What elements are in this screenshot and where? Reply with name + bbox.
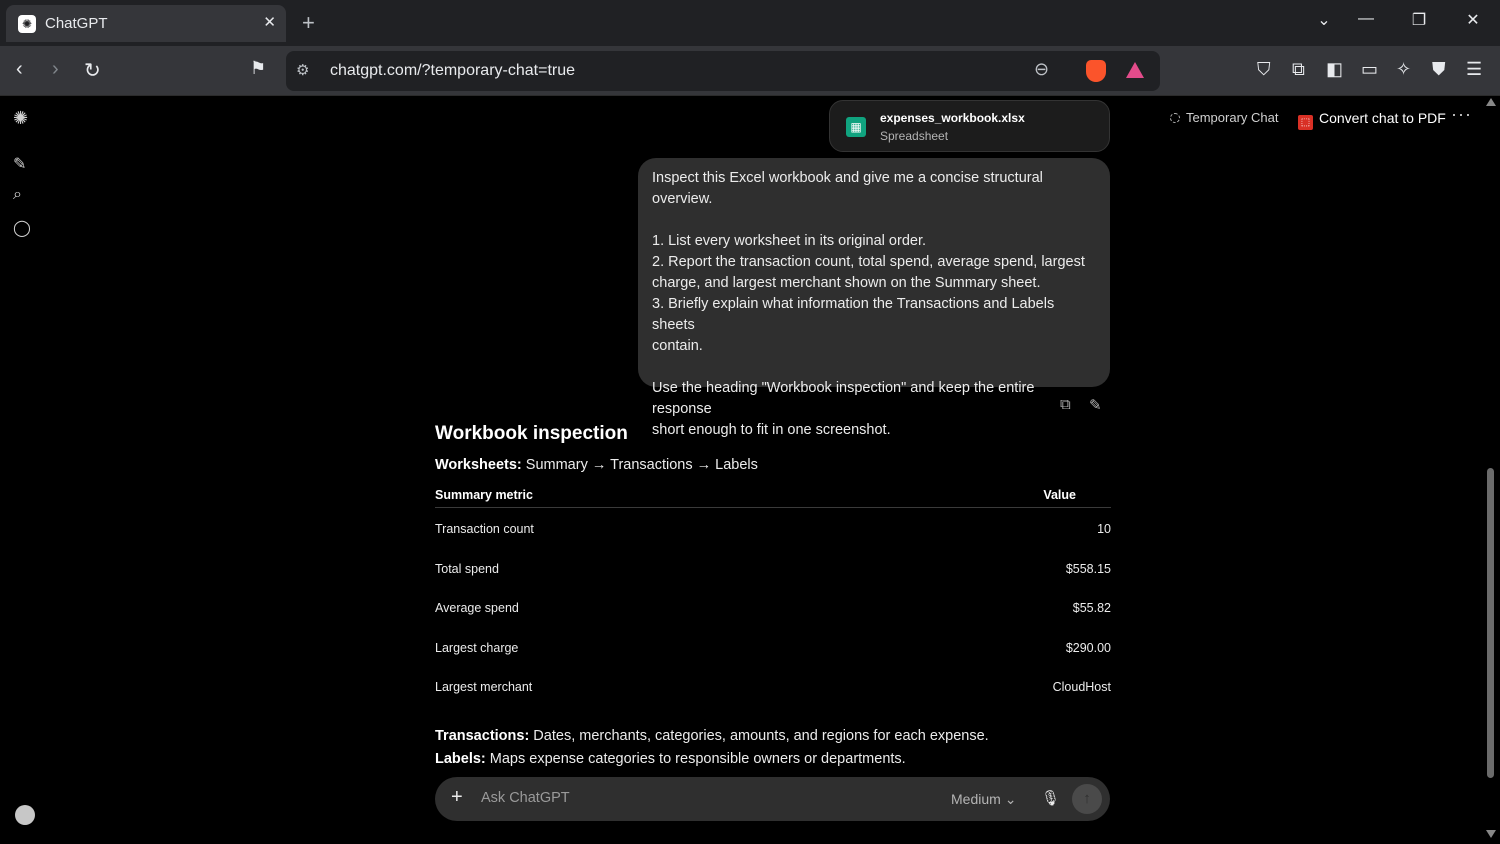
- temporary-chat-indicator[interactable]: Temporary Chat: [1170, 110, 1278, 125]
- openai-logo-icon[interactable]: ✺: [13, 108, 28, 129]
- prompt-input[interactable]: Ask ChatGPT: [481, 790, 570, 806]
- vpn-icon[interactable]: ⛊: [1432, 59, 1446, 80]
- table-row: Average spend $55.82: [435, 587, 1111, 627]
- model-label: Medium: [951, 791, 1001, 807]
- metric-cell: Transaction count: [435, 522, 534, 536]
- chevron-down-icon: ⌄: [1004, 791, 1017, 807]
- column-header-metric: Summary metric: [435, 488, 533, 502]
- wallet-icon[interactable]: ▭: [1361, 59, 1378, 80]
- more-options-icon[interactable]: ···: [1451, 104, 1472, 125]
- close-tab-icon[interactable]: ✕: [263, 13, 276, 31]
- value-cell: $290.00: [1065, 640, 1111, 655]
- scrollbar[interactable]: [1484, 96, 1498, 844]
- copy-icon[interactable]: ⧉: [1060, 396, 1071, 413]
- tab-search-chevron-icon[interactable]: ⌄: [1312, 10, 1336, 30]
- worksheets-line: Worksheets: Summary → Transactions → Lab…: [435, 457, 758, 473]
- value-cell: $558.15: [1065, 561, 1111, 576]
- chat-page: ✺ ✎ ⌕ ◯ Temporary Chat ⬚ Convert chat to …: [0, 96, 1500, 844]
- convert-pdf-label: Convert chat to PDF: [1319, 110, 1446, 126]
- site-settings-icon[interactable]: ⚙: [296, 61, 309, 79]
- browser-tab[interactable]: ✺ ChatGPT ✕: [6, 5, 286, 42]
- table-row: Transaction count 10: [435, 508, 1111, 548]
- brave-shields-icon[interactable]: [1086, 60, 1106, 82]
- avatar[interactable]: [15, 805, 35, 825]
- scroll-down-arrow-icon[interactable]: [1486, 830, 1496, 838]
- address-bar[interactable]: ⚙ chatgpt.com/?temporary-chat=true ⊖: [286, 51, 1160, 91]
- composer: + Ask ChatGPT Medium ⌄ 🎙 ↑: [435, 777, 1110, 821]
- new-tab-icon[interactable]: +: [302, 10, 315, 36]
- search-icon[interactable]: ⌕: [13, 186, 22, 204]
- labels-line: Labels: Maps expense categories to respo…: [435, 751, 906, 767]
- brave-rewards-icon[interactable]: [1126, 62, 1144, 78]
- spreadsheet-icon: ▦: [846, 117, 866, 137]
- shield-extension-icon[interactable]: ⛉: [1257, 59, 1271, 80]
- tab-title: ChatGPT: [45, 15, 108, 32]
- response-heading: Workbook inspection: [435, 423, 628, 444]
- worksheets-value: Summary → Transactions → Labels: [521, 457, 758, 473]
- menu-icon[interactable]: ☰: [1466, 59, 1482, 80]
- temporary-chat-label: Temporary Chat: [1186, 110, 1279, 125]
- table-header: Summary metric Value: [435, 482, 1111, 508]
- metric-cell: Total spend: [435, 561, 499, 576]
- user-message-text: Inspect this Excel workbook and give me …: [652, 170, 1085, 438]
- send-button[interactable]: ↑: [1072, 784, 1102, 814]
- transactions-line: Transactions: Dates, merchants, categori…: [435, 728, 989, 744]
- labels-value: Maps expense categories to responsible o…: [485, 751, 906, 767]
- transactions-label: Transactions:: [435, 728, 530, 744]
- column-header-value: Value: [1043, 488, 1076, 502]
- metric-cell: Largest charge: [435, 640, 519, 655]
- transactions-value: Dates, merchants, categories, amounts, a…: [529, 728, 989, 744]
- table-row: Largest charge $290.00: [435, 627, 1111, 667]
- forward-icon[interactable]: ›: [52, 58, 59, 81]
- new-chat-icon[interactable]: ✎: [13, 154, 26, 174]
- table-row: Total spend $558.15: [435, 548, 1111, 588]
- minimize-icon[interactable]: —: [1354, 10, 1378, 28]
- chat-bubble-icon[interactable]: ◯: [13, 218, 31, 238]
- file-name: expenses_workbook.xlsx: [880, 111, 1025, 125]
- microphone-icon[interactable]: 🎙: [1041, 789, 1060, 807]
- close-window-icon[interactable]: ✕: [1461, 10, 1485, 30]
- temporary-chat-icon: [1170, 113, 1180, 123]
- openai-logo-icon: ✺: [18, 14, 36, 33]
- scroll-up-arrow-icon[interactable]: [1486, 98, 1496, 106]
- file-attachment[interactable]: ▦ expenses_workbook.xlsx Spreadsheet: [829, 100, 1110, 152]
- pdf-icon: ⬚: [1298, 115, 1313, 130]
- leo-ai-icon[interactable]: ✧: [1396, 59, 1411, 80]
- summary-table: Summary metric Value Transaction count 1…: [435, 482, 1111, 706]
- value-cell: CloudHost: [1052, 680, 1111, 695]
- file-type: Spreadsheet: [880, 129, 949, 143]
- zoom-icon[interactable]: ⊖: [1034, 59, 1049, 80]
- bookmark-icon[interactable]: ⚑: [250, 58, 266, 79]
- convert-pdf-button[interactable]: ⬚ Convert chat to PDF: [1298, 110, 1446, 130]
- back-icon[interactable]: ‹: [16, 58, 23, 81]
- worksheets-label: Worksheets:: [435, 457, 522, 473]
- scrollbar-thumb[interactable]: [1487, 468, 1494, 778]
- edit-icon[interactable]: ✎: [1089, 396, 1102, 414]
- metric-cell: Largest merchant: [435, 680, 533, 695]
- add-attachment-icon[interactable]: +: [451, 786, 463, 809]
- table-row: Largest merchant CloudHost: [435, 666, 1111, 706]
- metric-cell: Average spend: [435, 601, 519, 616]
- value-cell: $55.82: [1072, 601, 1111, 616]
- model-selector[interactable]: Medium ⌄: [951, 791, 1016, 808]
- value-cell: 10: [1097, 522, 1111, 536]
- reload-icon[interactable]: ↻: [84, 58, 101, 83]
- sidebar: ✺ ✎ ⌕ ◯: [0, 96, 46, 844]
- extensions-icon[interactable]: ⧉: [1292, 59, 1305, 80]
- restore-icon[interactable]: ❐: [1407, 10, 1431, 30]
- browser-toolbar: ‹ › ↻ ⚑ ⚙ chatgpt.com/?temporary-chat=tr…: [0, 46, 1500, 96]
- sidebar-toggle-icon[interactable]: ◧: [1326, 59, 1343, 80]
- user-message-bubble: Inspect this Excel workbook and give me …: [638, 158, 1110, 438]
- labels-label: Labels:: [435, 751, 486, 767]
- browser-tabbar: ✺ ChatGPT ✕ + ⌄ — ❐ ✕: [0, 0, 1500, 46]
- url-text[interactable]: chatgpt.com/?temporary-chat=true: [330, 62, 575, 80]
